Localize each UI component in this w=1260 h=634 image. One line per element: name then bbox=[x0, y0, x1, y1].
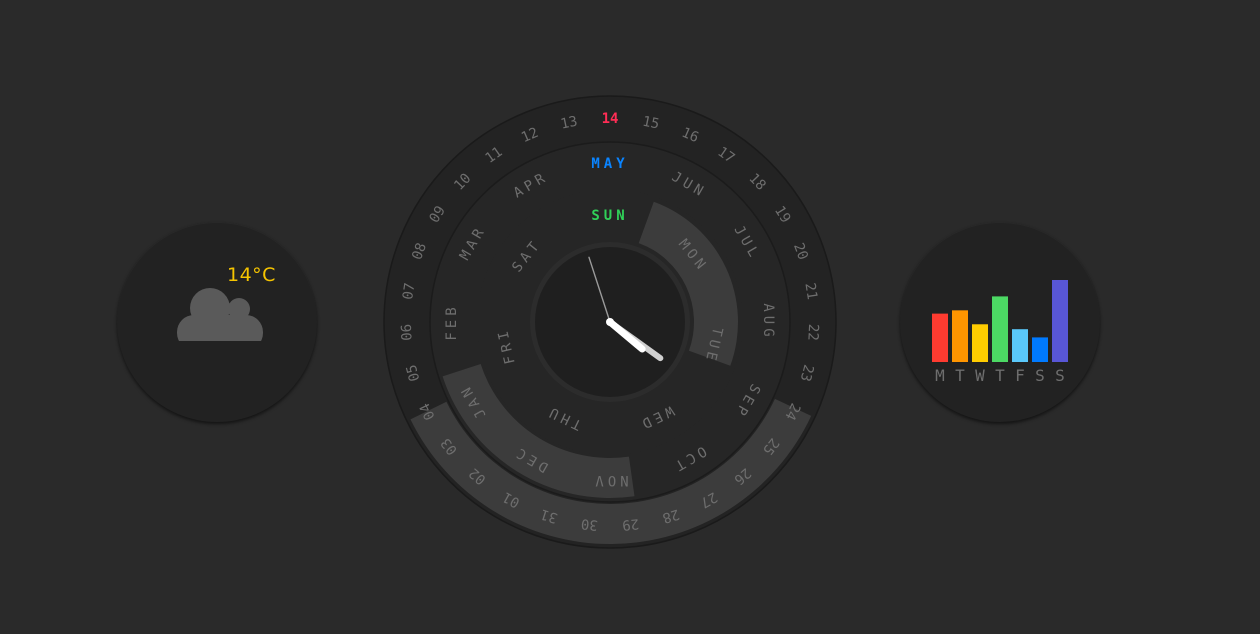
stats-day-label: S bbox=[1035, 366, 1045, 385]
stats-day-label: T bbox=[995, 366, 1005, 385]
day-label-06: 06 bbox=[399, 323, 416, 341]
day-label-07: 07 bbox=[400, 282, 418, 301]
stats-day-label: S bbox=[1055, 366, 1065, 385]
weekday-label-sun: SUN bbox=[591, 208, 628, 224]
weather-temperature: 14°C bbox=[227, 264, 276, 286]
weather-widget[interactable]: 14°C bbox=[117, 222, 317, 422]
day-label-21: 21 bbox=[801, 282, 819, 301]
day-label-29: 29 bbox=[621, 515, 639, 533]
stats-day-label: M bbox=[935, 366, 945, 385]
calendar-clock[interactable]: 01020304050607080910111213 14 151617181920… bbox=[380, 92, 840, 552]
weekly-stats-widget[interactable]: MTWTFSS bbox=[900, 222, 1100, 422]
day-label-15: 15 bbox=[641, 114, 661, 133]
day-label-14: 14 bbox=[602, 111, 619, 127]
day-label-30: 30 bbox=[580, 515, 598, 533]
month-label-aug: AUG bbox=[760, 303, 776, 340]
cloud-icon bbox=[177, 288, 263, 341]
stats-bar bbox=[1032, 337, 1048, 362]
weekly-bar-chart: MTWTFSS bbox=[932, 280, 1068, 385]
stats-day-label: F bbox=[1015, 366, 1025, 385]
stats-bar bbox=[1012, 329, 1028, 362]
month-label-nov: NOV bbox=[591, 472, 628, 488]
stats-bar bbox=[932, 313, 948, 362]
stats-day-label: T bbox=[955, 366, 965, 385]
day-label-22: 22 bbox=[804, 323, 821, 341]
stats-bar bbox=[952, 310, 968, 362]
clock-center-pin bbox=[606, 318, 614, 326]
day-label-13: 13 bbox=[559, 114, 579, 133]
stats-bar bbox=[1052, 280, 1068, 362]
stats-bar bbox=[992, 296, 1008, 362]
stats-day-label: W bbox=[975, 366, 985, 385]
month-label-may: MAY bbox=[591, 156, 628, 172]
month-label-feb: FEB bbox=[444, 303, 460, 340]
stats-bar bbox=[972, 324, 988, 362]
